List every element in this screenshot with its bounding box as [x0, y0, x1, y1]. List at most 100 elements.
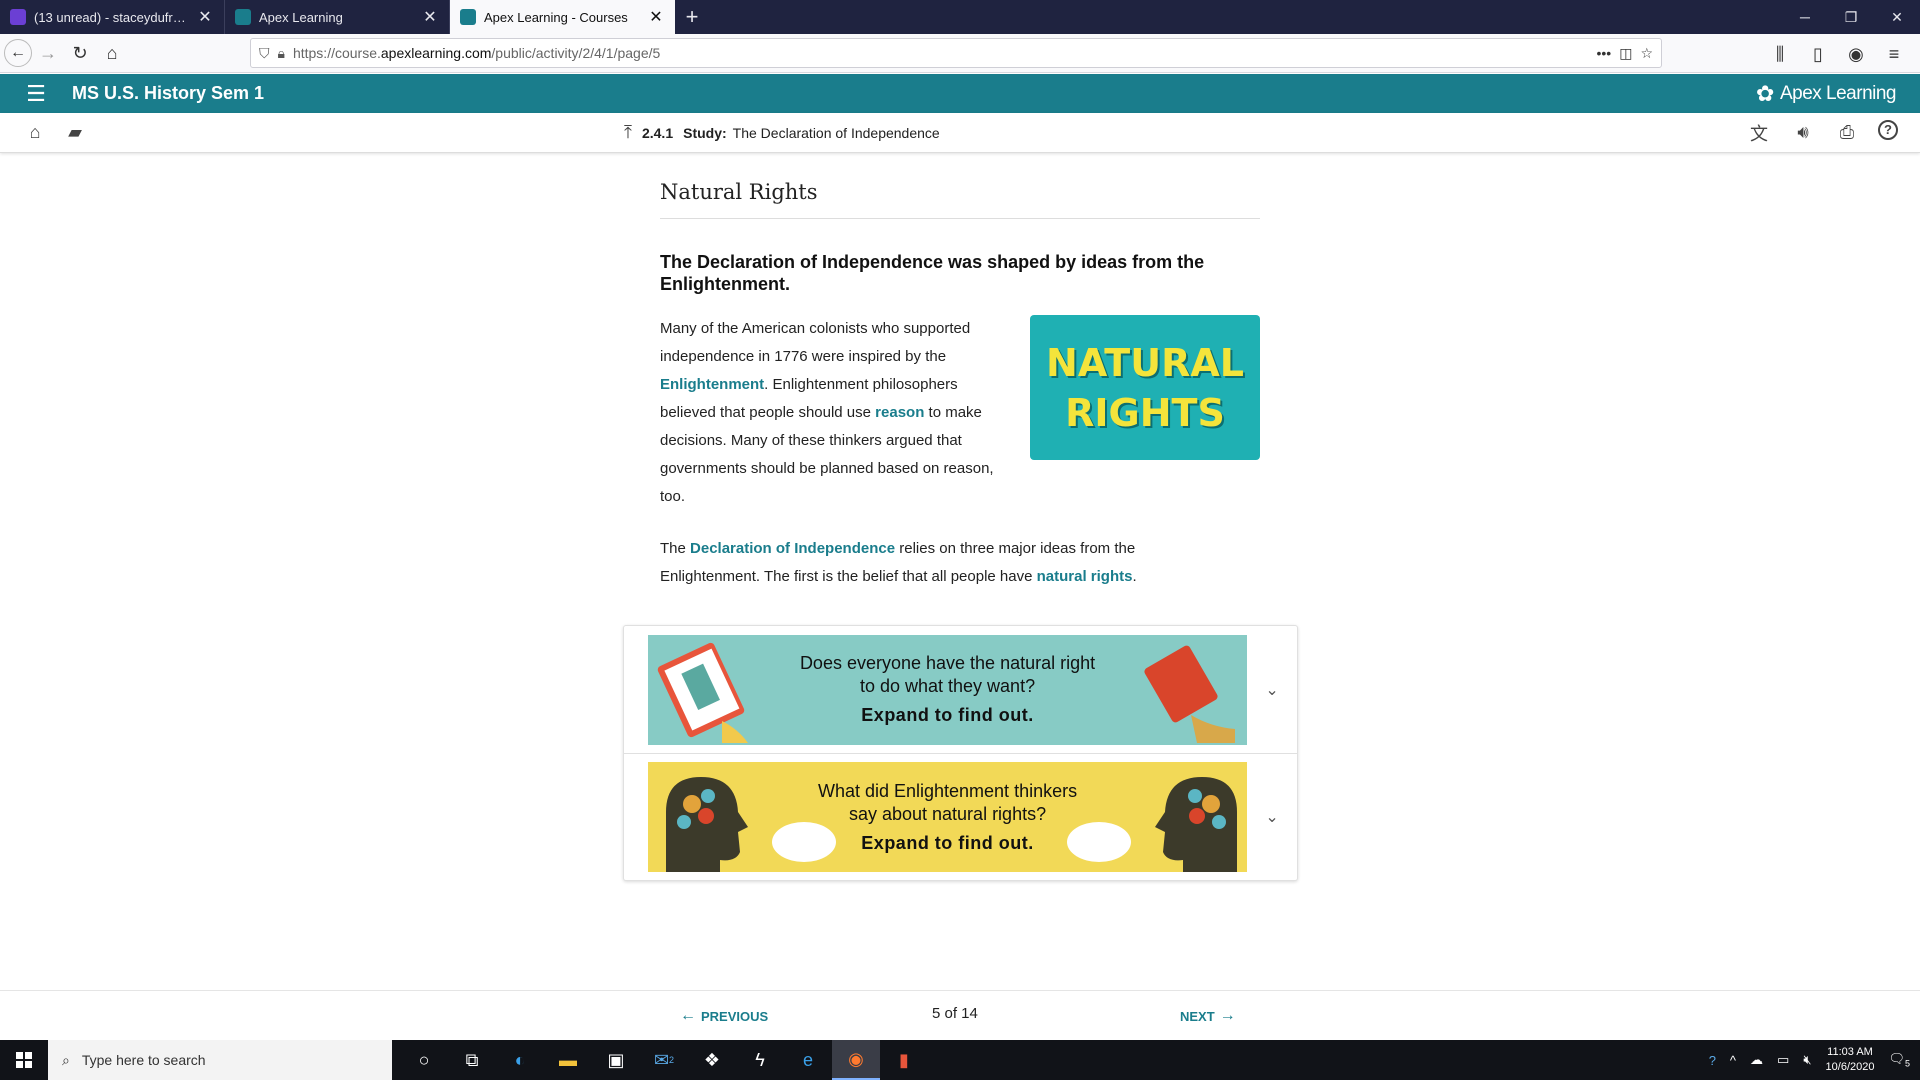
more-actions-icon[interactable]: •••: [1596, 45, 1611, 61]
cortana-icon[interactable]: ○: [400, 1040, 448, 1080]
close-icon[interactable]: ✕: [196, 7, 214, 27]
apex-favicon-icon: [235, 9, 251, 25]
reload-button[interactable]: ↻: [64, 37, 96, 69]
activity-toolbar: ⌂ ▰ ⤒ 2.4.1 Study: The Declaration of In…: [0, 113, 1920, 153]
read-aloud-icon[interactable]: 🔊︎: [1790, 120, 1816, 146]
task-view-icon[interactable]: ⧉: [448, 1040, 496, 1080]
tab-title: Apex Learning: [259, 9, 343, 25]
browser-toolbar-right: ⫼ ▯ ◉ ≡: [1764, 38, 1910, 70]
back-button[interactable]: ←: [4, 39, 32, 67]
mail-icon[interactable]: ✉ 2: [640, 1040, 688, 1080]
accordion-item-enlightenment-thinkers[interactable]: What did Enlightenment thinkers say abou…: [624, 753, 1297, 880]
home-icon[interactable]: ⌂: [22, 120, 48, 146]
bookmark-star-icon[interactable]: ☆: [1640, 45, 1653, 62]
sidebar-icon[interactable]: ▯: [1802, 38, 1834, 70]
onedrive-icon[interactable]: ☁: [1750, 1052, 1763, 1068]
windows-taskbar: ⌕ Type here to search ○ ⧉ ◐ ▬ ▣ ✉ 2 ❖ ϟ e…: [0, 1040, 1920, 1080]
apex-favicon-icon: [460, 9, 476, 25]
breadcrumb-title: The Declaration of Independence: [732, 124, 940, 141]
book-in-hand-icon: [657, 642, 748, 743]
close-icon[interactable]: ✕: [421, 7, 439, 27]
shield-icon[interactable]: ⛉: [259, 45, 270, 62]
browser-tab-mail[interactable]: (13 unread) - staceydufresne20 ✕: [0, 0, 225, 34]
office-icon[interactable]: ▮: [880, 1040, 928, 1080]
term-link-enlightenment[interactable]: Enlightenment: [660, 376, 764, 393]
expand-prompt: Expand to find out.: [861, 705, 1034, 725]
dropbox-icon[interactable]: ❖: [688, 1040, 736, 1080]
library-icon[interactable]: ⫼: [1764, 38, 1796, 70]
chevron-up-icon[interactable]: ^: [1730, 1053, 1736, 1068]
question-banner[interactable]: Does everyone have the natural right to …: [648, 634, 1248, 745]
chevron-down-icon[interactable]: ⌄: [1247, 680, 1297, 700]
taskbar-clock[interactable]: 11:03 AM 10/6/2020: [1826, 1045, 1875, 1075]
briefcase-icon[interactable]: ▰: [62, 120, 88, 146]
term-link-declaration[interactable]: Declaration of Independence: [690, 540, 895, 557]
volume-muted-icon[interactable]: 🔇︎: [1803, 1052, 1811, 1068]
term-link-natural-rights[interactable]: natural rights: [1037, 568, 1133, 585]
breadcrumb-kind: Study:: [683, 124, 727, 141]
taskbar-apps: ○ ⧉ ◐ ▬ ▣ ✉ 2 ❖ ϟ e ◉ ▮: [400, 1040, 928, 1080]
mail-favicon-icon: [10, 9, 26, 25]
clock-date: 10/6/2020: [1825, 1061, 1875, 1073]
intro-block: Many of the American colonists who suppo…: [660, 315, 1260, 511]
natural-rights-image: NATURAL RIGHTS: [1030, 315, 1260, 460]
network-icon[interactable]: ▭: [1777, 1052, 1789, 1068]
previous-button[interactable]: ← PREVIOUS: [680, 1007, 768, 1025]
browser-tab-apex-courses[interactable]: Apex Learning - Courses ✕: [450, 0, 675, 34]
window-close-icon[interactable]: ✕: [1874, 0, 1920, 34]
chevron-down-icon[interactable]: ⌄: [1247, 807, 1297, 827]
new-tab-button[interactable]: +: [675, 0, 709, 34]
forward-button[interactable]: →: [32, 37, 64, 69]
thinking-head-icon: [666, 777, 836, 872]
hamburger-menu-icon[interactable]: ☰: [0, 81, 72, 107]
intro-paragraph: Many of the American colonists who suppo…: [660, 320, 994, 505]
question-line-1: Does everyone have the natural right: [799, 653, 1096, 673]
window-controls: ─ ❐ ✕: [1782, 0, 1920, 34]
lightning-app-icon[interactable]: ϟ: [736, 1040, 784, 1080]
red-book-icon: [1144, 645, 1236, 743]
browser-nav-bar: ← → ↻ ⌂ ⛉ 🔒︎ https://course.apexlearning…: [0, 34, 1920, 73]
windows-start-icon[interactable]: [0, 1052, 48, 1068]
lock-icon[interactable]: 🔒︎: [278, 45, 285, 62]
expand-prompt: Expand to find out.: [861, 832, 1034, 853]
course-title: MS U.S. History Sem 1: [72, 83, 265, 103]
tab-title: Apex Learning - Courses: [484, 9, 628, 25]
term-link-reason[interactable]: reason: [875, 404, 924, 421]
system-tray: ? ^ ☁ ▭ 🔇︎ 11:03 AM 10/6/2020 🗨︎5: [1709, 1045, 1920, 1075]
up-level-icon[interactable]: ⤒: [624, 122, 632, 143]
internet-explorer-icon[interactable]: e: [784, 1040, 832, 1080]
help-icon[interactable]: ?: [1878, 119, 1898, 140]
apex-logo: ✿ Apex Learning: [1756, 80, 1896, 106]
restore-icon[interactable]: ❐: [1828, 0, 1874, 34]
pocket-icon[interactable]: ◫: [1619, 45, 1632, 62]
home-button[interactable]: ⌂: [96, 37, 128, 69]
lead-heading: The Declaration of Independence was shap…: [660, 252, 1205, 294]
close-icon[interactable]: ✕: [647, 7, 665, 27]
minimize-icon[interactable]: ─: [1782, 0, 1828, 34]
accordion-item-natural-right[interactable]: Does everyone have the natural right to …: [624, 626, 1297, 753]
notifications-icon[interactable]: 🗨︎5: [1888, 1051, 1910, 1069]
firefox-icon[interactable]: ◉: [832, 1040, 880, 1080]
expandable-questions: Does everyone have the natural right to …: [623, 625, 1298, 881]
arrow-right-icon: →: [1219, 1007, 1236, 1024]
clock-time: 11:03 AM: [1827, 1046, 1873, 1058]
browser-tab-apex[interactable]: Apex Learning ✕: [225, 0, 450, 34]
study-content: Natural Rights The Declaration of Indepe…: [660, 180, 1260, 591]
account-icon[interactable]: ◉: [1840, 38, 1872, 70]
print-icon[interactable]: ⎙: [1834, 120, 1860, 146]
breadcrumb: ⤒ 2.4.1 Study: The Declaration of Indepe…: [624, 122, 940, 143]
app-menu-icon[interactable]: ≡: [1878, 38, 1910, 70]
translate-icon[interactable]: 文: [1746, 120, 1772, 146]
store-icon[interactable]: ▣: [592, 1040, 640, 1080]
taskbar-search-box[interactable]: ⌕ Type here to search: [48, 1040, 392, 1080]
page-navigation: ← PREVIOUS 5 of 14 NEXT →: [0, 990, 1920, 1030]
question-line-2: to do what they want?: [859, 676, 1036, 696]
next-button[interactable]: NEXT →: [1180, 1007, 1236, 1025]
arrow-left-icon: ←: [680, 1007, 696, 1024]
address-bar[interactable]: ⛉ 🔒︎ https://course.apexlearning.com/pub…: [250, 38, 1662, 68]
file-explorer-icon[interactable]: ▬: [544, 1040, 592, 1080]
browser-tab-strip: (13 unread) - staceydufresne20 ✕ Apex Le…: [0, 0, 1920, 34]
question-banner[interactable]: What did Enlightenment thinkers say abou…: [648, 762, 1248, 872]
help-tray-icon[interactable]: ?: [1709, 1053, 1716, 1068]
edge-icon[interactable]: ◐: [496, 1040, 544, 1080]
